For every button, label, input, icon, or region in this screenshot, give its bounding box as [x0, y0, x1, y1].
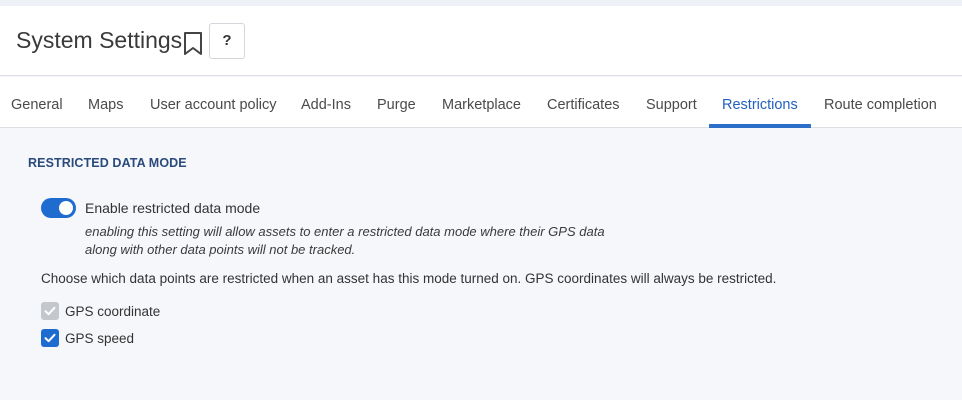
tab-purge[interactable]: Purge — [377, 77, 416, 128]
toggle-label: Enable restricted data mode — [85, 200, 261, 216]
gps-coordinate-label: GPS coordinate — [65, 304, 161, 319]
tab-add-ins[interactable]: Add-Ins — [301, 77, 351, 128]
page-header: System Settings ? — [0, 6, 962, 76]
check-icon — [44, 306, 56, 316]
restricted-mode-toggle[interactable] — [41, 198, 76, 218]
tab-maps[interactable]: Maps — [88, 77, 123, 128]
active-tab-indicator — [709, 124, 811, 128]
tab-marketplace[interactable]: Marketplace — [442, 77, 521, 128]
gps-speed-checkbox[interactable] — [41, 329, 59, 347]
bookmark-icon[interactable] — [182, 31, 204, 57]
settings-tabs: General Maps User account policy Add-Ins… — [0, 77, 962, 128]
section-title: RESTRICTED DATA MODE — [28, 156, 187, 170]
tab-general[interactable]: General — [11, 77, 63, 128]
tab-restrictions[interactable]: Restrictions — [722, 77, 798, 128]
gps-coordinate-checkbox[interactable] — [41, 302, 59, 320]
gps-speed-label: GPS speed — [65, 331, 135, 346]
tab-user-account-policy[interactable]: User account policy — [150, 77, 277, 128]
tab-route-completion[interactable]: Route completion — [824, 77, 937, 128]
page-title: System Settings — [16, 27, 183, 53]
toggle-knob — [59, 201, 73, 215]
choose-instructions: Choose which data points are restricted … — [41, 271, 777, 286]
toggle-description: enabling this setting will allow assets … — [85, 224, 605, 257]
tab-certificates[interactable]: Certificates — [547, 77, 620, 128]
help-button[interactable]: ? — [209, 23, 245, 59]
tab-support[interactable]: Support — [646, 77, 697, 128]
check-icon — [44, 333, 56, 343]
